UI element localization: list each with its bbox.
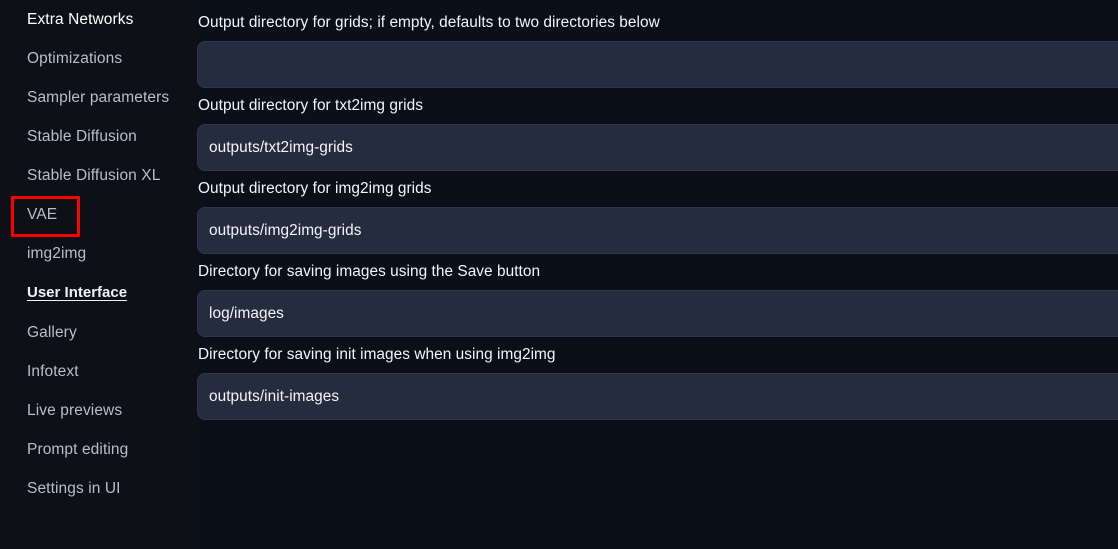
- sidebar-item-vae[interactable]: VAE: [0, 195, 197, 234]
- field-group: Output directory for txt2img grids output…: [197, 97, 1118, 171]
- field-label: Output directory for grids; if empty, de…: [198, 14, 660, 31]
- field-label: Directory for saving images using the Sa…: [198, 263, 541, 280]
- sidebar-item-sampler-parameters[interactable]: Sampler parameters: [0, 78, 197, 117]
- field-group: Output directory for grids; if empty, de…: [197, 14, 1118, 88]
- settings-sidebar: Extra Networks Optimizations Sampler param…: [0, 0, 197, 549]
- field-input[interactable]: log/images: [197, 290, 1118, 337]
- field-input[interactable]: outputs/init-images: [197, 373, 1118, 420]
- field-input-value: outputs/img2img-grids: [209, 221, 362, 239]
- sidebar-item-extra-networks[interactable]: Extra Networks: [0, 0, 197, 39]
- sidebar-item-prompt-editing[interactable]: Prompt editing: [0, 430, 197, 469]
- field-input-value: outputs/txt2img-grids: [209, 138, 353, 156]
- sidebar-item-settings-in-ui[interactable]: Settings in UI: [0, 469, 197, 508]
- field-input[interactable]: [197, 41, 1118, 88]
- settings-page: Extra Networks Optimizations Sampler param…: [0, 0, 1118, 549]
- field-input-value: outputs/init-images: [209, 387, 340, 405]
- field-group: Output directory for img2img grids output…: [197, 180, 1118, 254]
- field-label: Output directory for img2img grids: [198, 180, 432, 197]
- sidebar-item-optimizations[interactable]: Optimizations: [0, 39, 197, 78]
- fields-container: Output directory for grids; if empty, de…: [197, 14, 1118, 420]
- field-input[interactable]: outputs/txt2img-grids: [197, 124, 1118, 171]
- sidebar-item-live-previews[interactable]: Live previews: [0, 391, 197, 430]
- sidebar-item-gallery[interactable]: Gallery: [0, 313, 197, 352]
- sidebar-group-header: User Interface: [0, 273, 197, 313]
- field-label: Output directory for txt2img grids: [198, 97, 423, 114]
- field-label: Directory for saving init images when us…: [198, 346, 556, 363]
- sidebar-item-img2img[interactable]: img2img: [0, 234, 197, 273]
- field-group: Directory for saving init images when us…: [197, 346, 1118, 420]
- field-group: Directory for saving images using the Sa…: [197, 263, 1118, 337]
- settings-content-panel: Output directory for grids; if empty, de…: [197, 0, 1118, 549]
- sidebar-nav-list: Extra Networks Optimizations Sampler param…: [0, 0, 197, 508]
- sidebar-item-stable-diffusion[interactable]: Stable Diffusion: [0, 117, 197, 156]
- sidebar-item-stable-diffusion-xl[interactable]: Stable Diffusion XL: [0, 156, 197, 195]
- field-input[interactable]: outputs/img2img-grids: [197, 207, 1118, 254]
- field-input-value: log/images: [209, 304, 284, 322]
- sidebar-group-label: User Interface: [27, 284, 128, 301]
- sidebar-item-infotext[interactable]: Infotext: [0, 352, 197, 391]
